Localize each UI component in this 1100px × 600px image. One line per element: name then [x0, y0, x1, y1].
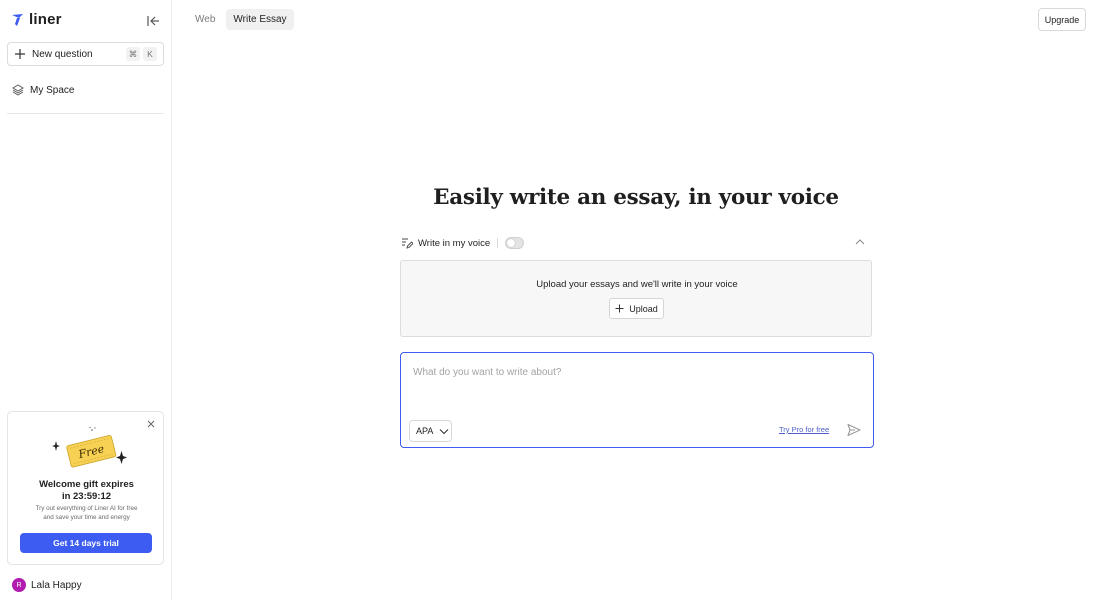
try-pro-link[interactable]: Try Pro for free [779, 425, 829, 434]
sparkle-icon [116, 451, 127, 464]
my-space-label: My Space [30, 84, 75, 96]
chevron-up-icon[interactable] [855, 238, 865, 246]
citation-style-select[interactable]: APA [409, 420, 452, 442]
gift-countdown: in 23:59:12 [61, 491, 112, 502]
shortcut-k-key: K [143, 47, 157, 61]
upload-button-label: Upload [629, 303, 658, 314]
tab-web[interactable]: Web [188, 9, 222, 30]
toggle-knob [507, 239, 516, 247]
logo-text: liner [29, 11, 62, 28]
tab-write-essay[interactable]: Write Essay [226, 9, 294, 30]
sidebar: liner New question ⌘ K My Space Free Wel… [0, 0, 172, 600]
get-trial-button[interactable]: Get 14 days trial [20, 533, 152, 553]
gift-desc-line2: and save your time and energy [43, 513, 130, 521]
write-in-voice-toggle[interactable] [505, 237, 525, 249]
essay-topic-input[interactable] [413, 363, 853, 381]
free-ticket-illustration: Free [52, 426, 127, 468]
top-tabs: Web Write Essay [188, 9, 294, 30]
write-in-voice-label: Write in my voice [418, 237, 491, 249]
gift-title: Welcome gift expires in 23:59:12 [8, 479, 165, 503]
upload-button[interactable]: Upload [609, 298, 664, 319]
upload-panel: Upload your essays and we'll write in yo… [400, 260, 872, 337]
chevron-down-icon [439, 428, 449, 434]
collapse-sidebar-icon[interactable] [145, 13, 161, 29]
citation-style-value: APA [416, 426, 434, 436]
essay-prompt-box: APA Try Pro for free [400, 352, 874, 448]
divider [497, 238, 499, 248]
new-question-button[interactable]: New question ⌘ K [7, 42, 164, 66]
pen-lines-icon [402, 238, 413, 249]
liner-logo-icon [12, 13, 23, 26]
plus-icon [15, 49, 25, 59]
write-in-voice-row: Write in my voice [401, 235, 871, 251]
gift-description: Try out everything of Liner AI for free … [16, 505, 157, 522]
shortcut-cmd-key: ⌘ [126, 47, 140, 61]
page-title: Easily write an essay, in your voice [433, 185, 839, 210]
sidebar-item-my-space[interactable]: My Space [12, 82, 74, 98]
avatar: R [12, 578, 26, 592]
gift-title-line1: Welcome gift expires [39, 479, 134, 490]
close-icon[interactable] [147, 420, 155, 428]
sparkle-icon [52, 441, 60, 451]
logo[interactable]: liner [11, 11, 62, 28]
welcome-gift-card: Free Welcome gift expires in 23:59:12 Tr… [7, 411, 164, 565]
plus-icon [615, 304, 624, 313]
user-name: Lala Happy [31, 579, 82, 591]
new-question-label: New question [32, 48, 93, 60]
send-icon[interactable] [847, 423, 861, 437]
upload-instructions: Upload your essays and we'll write in yo… [536, 279, 738, 290]
layers-icon [12, 84, 24, 96]
sidebar-divider [7, 113, 164, 114]
user-profile[interactable]: R Lala Happy [12, 578, 82, 592]
app-root: liner New question ⌘ K My Space Free Wel… [0, 0, 1100, 600]
gift-desc-line1: Try out everything of Liner AI for free [35, 505, 138, 512]
upgrade-button[interactable]: Upgrade [1038, 8, 1086, 31]
